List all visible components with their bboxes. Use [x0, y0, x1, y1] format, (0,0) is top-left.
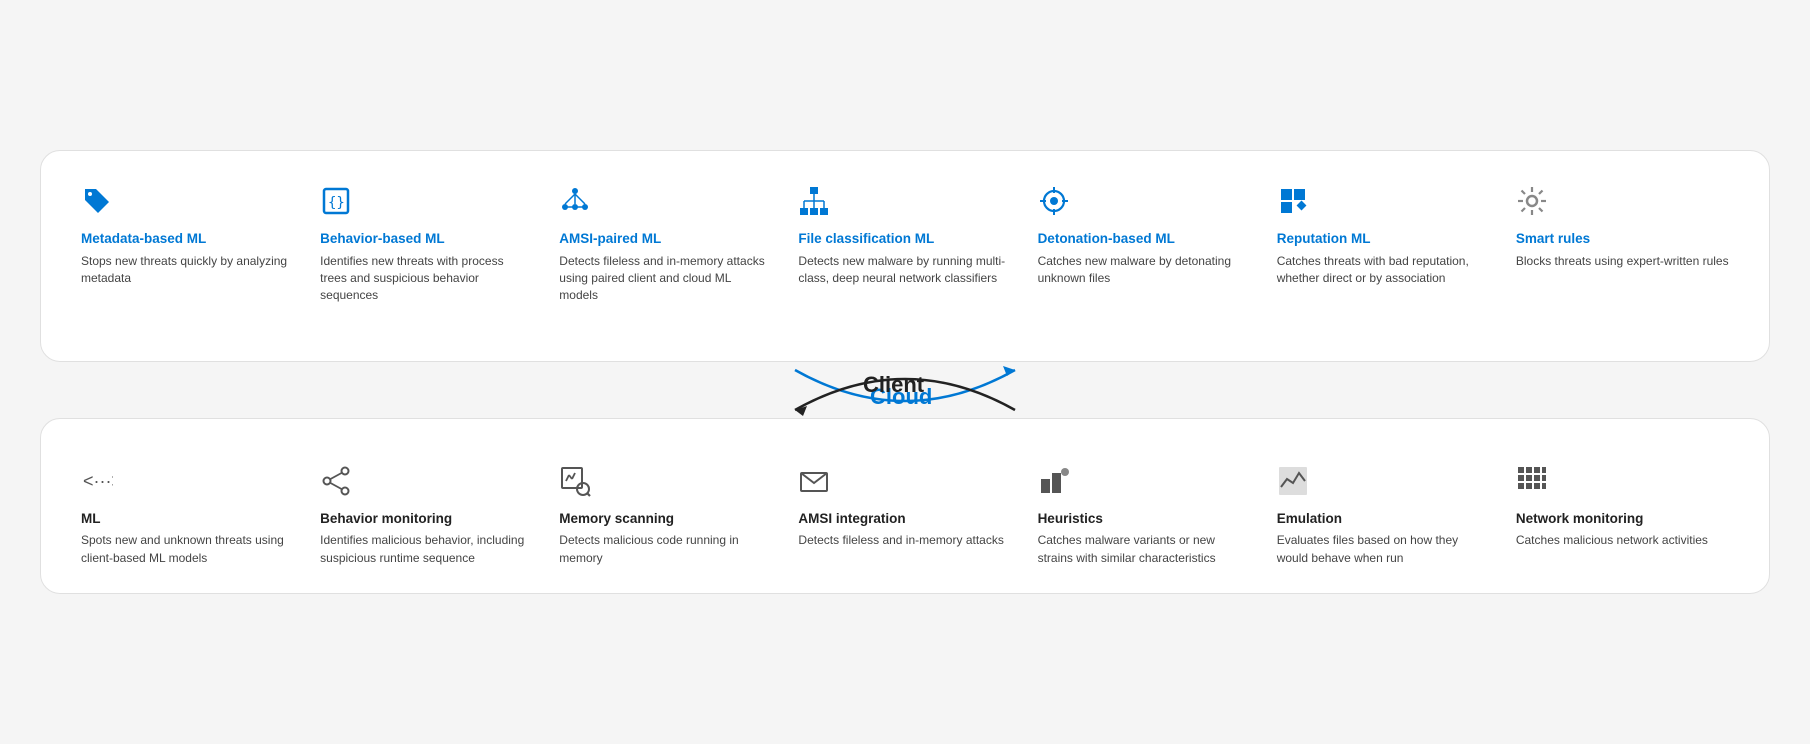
cloud-title-0: Metadata-based ML — [81, 230, 294, 248]
client-title-0: ML — [81, 510, 294, 528]
cloud-icon-2 — [559, 185, 772, 222]
client-icon-2 — [559, 465, 772, 502]
svg-text:{}: {} — [328, 195, 345, 211]
cloud-title-4: Detonation-based ML — [1038, 230, 1251, 248]
client-icon-6 — [1516, 465, 1729, 502]
client-desc-0: Spots new and unknown threats using clie… — [81, 532, 294, 567]
client-title-3: AMSI integration — [798, 510, 1011, 528]
client-desc-3: Detects fileless and in-memory attacks — [798, 532, 1011, 549]
svg-text:<···>: <···> — [83, 471, 113, 491]
divider-area: Cloud Client — [40, 362, 1770, 418]
cloud-title-6: Smart rules — [1516, 230, 1729, 248]
client-item-5: Emulation Evaluates files based on how t… — [1269, 459, 1498, 573]
client-desc-1: Identifies malicious behavior, including… — [320, 532, 533, 567]
client-item-1: Behavior monitoring Identifies malicious… — [312, 459, 541, 573]
cloud-item-5: Reputation ML Catches threats with bad r… — [1269, 179, 1498, 311]
cloud-desc-5: Catches threats with bad reputation, whe… — [1277, 253, 1490, 288]
cloud-desc-2: Detects fileless and in-memory attacks u… — [559, 253, 772, 305]
client-desc-2: Detects malicious code running in memory — [559, 532, 772, 567]
cloud-item-2: AMSI-paired ML Detects fileless and in-m… — [551, 179, 780, 311]
client-item-6: Network monitoring Catches malicious net… — [1508, 459, 1737, 573]
client-icon-4 — [1038, 465, 1251, 502]
cloud-item-6: Smart rules Blocks threats using expert-… — [1508, 179, 1737, 311]
main-container: Metadata-based ML Stops new threats quic… — [40, 150, 1770, 594]
client-item-3: AMSI integration Detects fileless and in… — [790, 459, 1019, 573]
cloud-item-1: {} Behavior-based ML Identifies new thre… — [312, 179, 541, 311]
client-desc-4: Catches malware variants or new strains … — [1038, 532, 1251, 567]
cloud-icon-3 — [798, 185, 1011, 222]
client-title-6: Network monitoring — [1516, 510, 1729, 528]
cloud-desc-0: Stops new threats quickly by analyzing m… — [81, 253, 294, 288]
client-title-4: Heuristics — [1038, 510, 1251, 528]
cloud-items-grid: Metadata-based ML Stops new threats quic… — [73, 179, 1737, 311]
cloud-item-0: Metadata-based ML Stops new threats quic… — [73, 179, 302, 311]
cloud-item-3: File classification ML Detects new malwa… — [790, 179, 1019, 311]
client-icon-1 — [320, 465, 533, 502]
client-icon-5 — [1277, 465, 1490, 502]
client-desc-6: Catches malicious network activities — [1516, 532, 1729, 549]
cloud-icon-4 — [1038, 185, 1251, 222]
cloud-title-1: Behavior-based ML — [320, 230, 533, 248]
cloud-icon-5 — [1277, 185, 1490, 222]
client-title-1: Behavior monitoring — [320, 510, 533, 528]
svg-text:Client: Client — [863, 372, 925, 397]
cloud-desc-4: Catches new malware by detonating unknow… — [1038, 253, 1251, 288]
cloud-icon-6 — [1516, 185, 1729, 222]
client-title-5: Emulation — [1277, 510, 1490, 528]
cloud-desc-3: Detects new malware by running multi-cla… — [798, 253, 1011, 288]
client-title-2: Memory scanning — [559, 510, 772, 528]
cloud-desc-6: Blocks threats using expert-written rule… — [1516, 253, 1729, 270]
client-icon-0: <···> — [81, 465, 294, 502]
cloud-desc-1: Identifies new threats with process tree… — [320, 253, 533, 305]
cloud-title-3: File classification ML — [798, 230, 1011, 248]
cloud-panel: Metadata-based ML Stops new threats quic… — [40, 150, 1770, 362]
client-desc-5: Evaluates files based on how they would … — [1277, 532, 1490, 567]
cloud-item-4: Detonation-based ML Catches new malware … — [1030, 179, 1259, 311]
client-items-grid: <···> ML Spots new and unknown threats u… — [73, 459, 1737, 573]
client-item-4: Heuristics Catches malware variants or n… — [1030, 459, 1259, 573]
client-arc-svg: Client — [775, 362, 1035, 418]
cloud-title-5: Reputation ML — [1277, 230, 1490, 248]
client-item-2: Memory scanning Detects malicious code r… — [551, 459, 780, 573]
cloud-icon-1: {} — [320, 185, 533, 222]
client-panel: <···> ML Spots new and unknown threats u… — [40, 418, 1770, 594]
client-item-0: <···> ML Spots new and unknown threats u… — [73, 459, 302, 573]
client-icon-3 — [798, 465, 1011, 502]
cloud-title-2: AMSI-paired ML — [559, 230, 772, 248]
cloud-icon-0 — [81, 185, 294, 222]
